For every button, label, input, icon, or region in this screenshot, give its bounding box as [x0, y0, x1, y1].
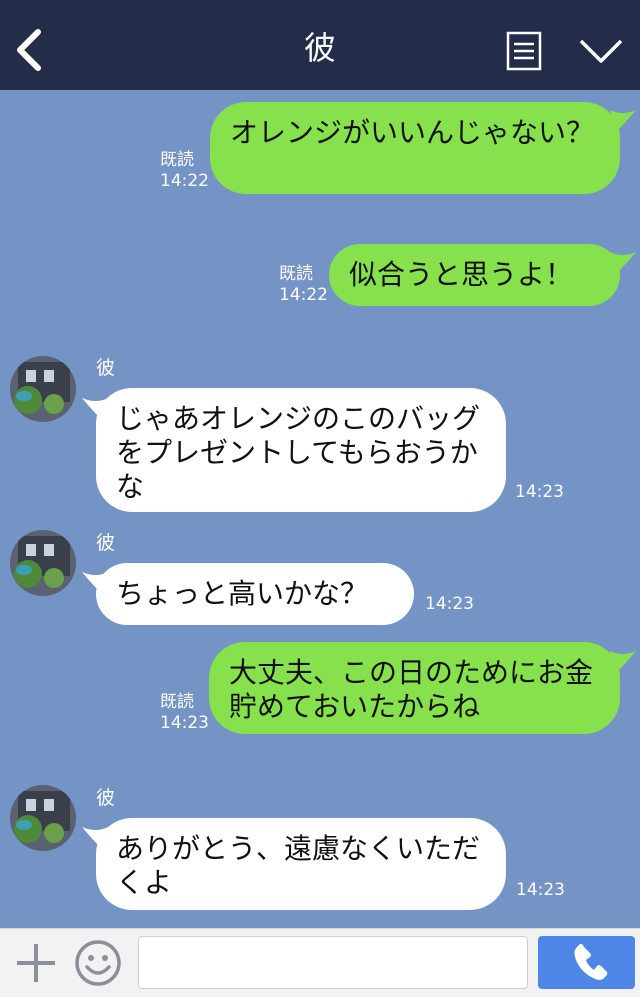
message-bubble-sent[interactable]: 大丈夫、この日のためにお金貯めておいたからね — [209, 642, 620, 734]
avatar[interactable] — [10, 530, 76, 596]
read-label: 既読 — [279, 264, 313, 284]
message-time: 14:23 — [515, 482, 564, 502]
bubble-tail — [82, 572, 108, 594]
bubble-tail — [610, 110, 636, 132]
read-label: 既読 — [160, 692, 194, 712]
sender-name: 彼 — [96, 532, 116, 554]
message-text: オレンジがいいんじゃない？ — [230, 116, 595, 149]
message-text: ちょっと高いかな？ — [116, 577, 369, 610]
avatar[interactable] — [10, 356, 76, 422]
message-text: じゃあオレンジのこのバッグをプレゼントしてもらおうかな — [116, 402, 481, 503]
notes-button[interactable] — [506, 31, 542, 71]
message-bubble-sent[interactable]: 似合うと思うよ！ — [329, 244, 620, 306]
bubble-tail — [82, 398, 108, 420]
notes-icon — [506, 31, 542, 71]
message-time: 14:23 — [516, 880, 565, 900]
message-time: 14:23 — [160, 713, 209, 733]
avatar-photo-icon — [10, 785, 76, 851]
bubble-tail — [610, 252, 636, 274]
message-bubble-received[interactable]: じゃあオレンジのこのバッグをプレゼントしてもらおうかな — [96, 388, 506, 512]
chat-title: 彼 — [303, 29, 336, 67]
attach-button[interactable] — [14, 941, 58, 985]
call-button[interactable] — [538, 936, 635, 989]
smiley-icon — [75, 940, 121, 986]
avatar-photo-icon — [10, 530, 76, 596]
message-text: 大丈夫、この日のためにお金貯めておいたからね — [229, 656, 594, 723]
message-meta: 既読 14:22 — [160, 150, 209, 192]
input-bar — [0, 928, 640, 997]
plus-icon — [17, 944, 55, 982]
chat-area[interactable]: 既読 14:22 オレンジがいいんじゃない？ 既読 14:22 似合うと思うよ！… — [0, 90, 640, 928]
phone-icon — [574, 943, 608, 980]
sender-name: 彼 — [96, 787, 116, 809]
message-meta: 既読 14:23 — [160, 692, 209, 734]
emoji-button[interactable] — [74, 939, 122, 987]
message-time: 14:23 — [425, 594, 474, 614]
message-bubble-sent[interactable]: オレンジがいいんじゃない？ — [210, 102, 620, 194]
message-text: ありがとう、遠慮なくいただくよ — [116, 832, 481, 899]
message-time: 14:22 — [160, 171, 209, 191]
message-bubble-received[interactable]: ちょっと高いかな？ — [96, 563, 414, 625]
chat-header: 彼 — [0, 0, 640, 90]
read-label: 既読 — [160, 150, 194, 170]
sender-name: 彼 — [96, 357, 116, 379]
collapse-button[interactable] — [578, 36, 624, 66]
message-time: 14:22 — [279, 285, 328, 305]
avatar[interactable] — [10, 785, 76, 851]
bubble-tail — [82, 827, 108, 849]
bubble-tail — [610, 651, 636, 673]
avatar-photo-icon — [10, 356, 76, 422]
message-bubble-received[interactable]: ありがとう、遠慮なくいただくよ — [96, 818, 506, 910]
message-text: 似合うと思うよ！ — [349, 258, 574, 291]
message-meta: 既読 14:22 — [279, 264, 328, 306]
chevron-down-icon — [579, 39, 623, 63]
message-input[interactable] — [138, 936, 528, 989]
